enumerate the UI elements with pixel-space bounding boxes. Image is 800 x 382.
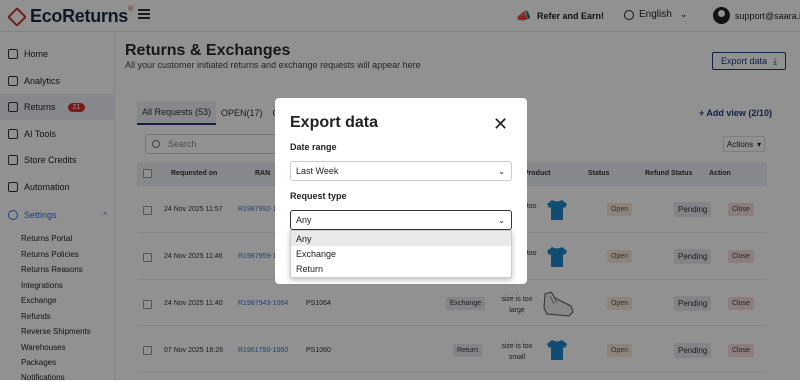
- request-type-value: Any: [296, 215, 312, 225]
- modal-title: Export data: [290, 114, 379, 131]
- date-range-value: Last Week: [296, 166, 339, 176]
- option-any[interactable]: Any: [291, 231, 511, 246]
- close-icon[interactable]: ✕: [493, 114, 508, 135]
- request-type-select[interactable]: Any ⌄: [290, 210, 512, 230]
- option-return[interactable]: Return: [291, 261, 511, 276]
- request-type-label: Request type: [290, 191, 347, 201]
- request-type-options: Any Exchange Return: [290, 230, 512, 278]
- date-range-select[interactable]: Last Week ⌄: [290, 161, 512, 181]
- date-range-label: Date range: [290, 142, 337, 152]
- chevron-down-icon: ⌄: [498, 215, 505, 225]
- option-exchange[interactable]: Exchange: [291, 246, 511, 261]
- chevron-down-icon: ⌄: [498, 166, 505, 176]
